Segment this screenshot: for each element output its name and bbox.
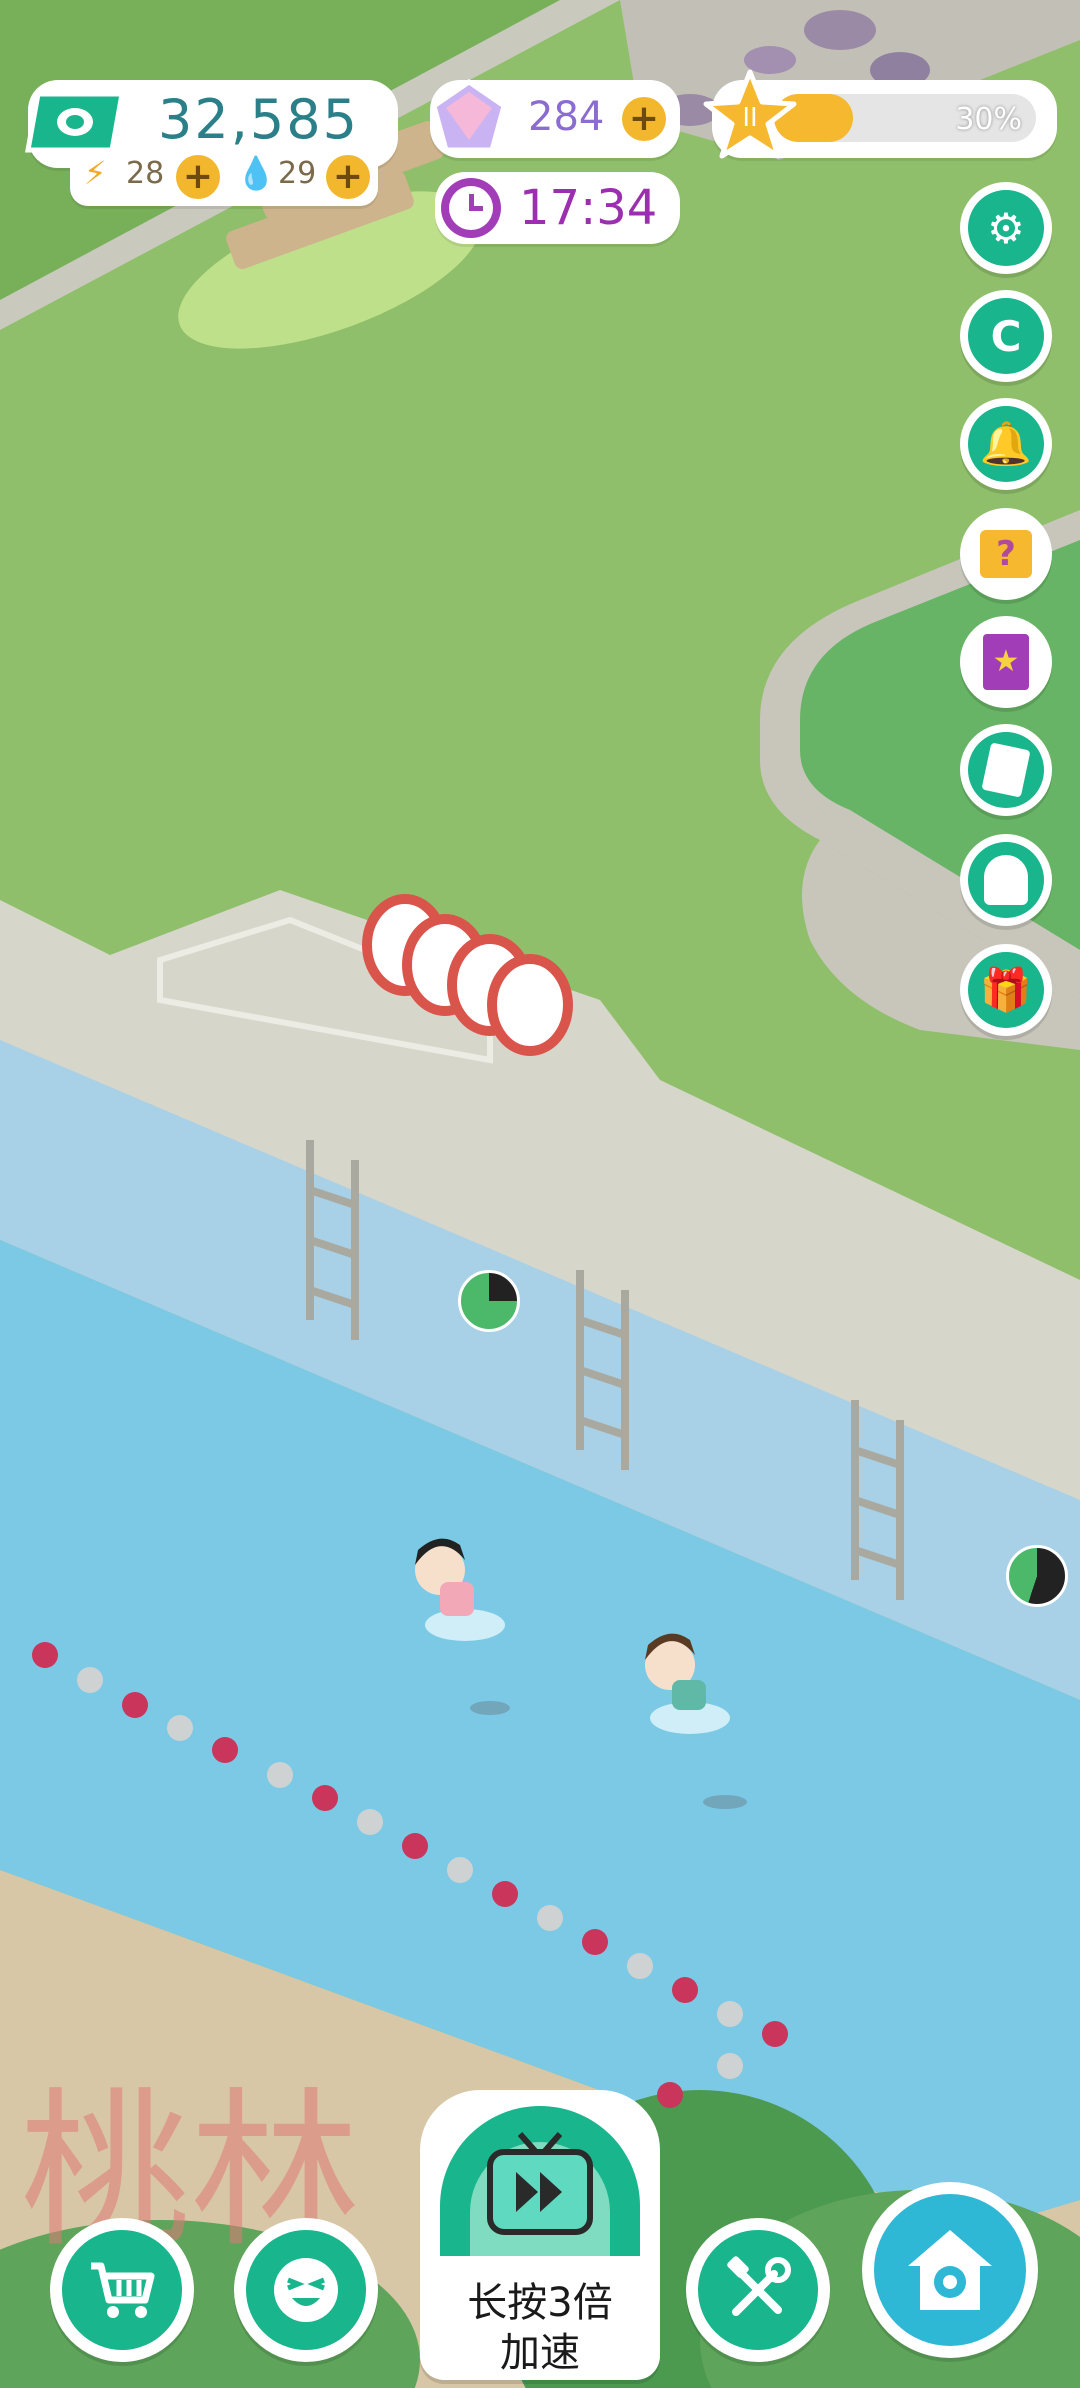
clock-icon xyxy=(441,178,501,238)
level-progress-bar: 30% xyxy=(774,94,1036,142)
timer-icon xyxy=(1006,1545,1068,1607)
home-gear-icon xyxy=(908,2230,992,2310)
svg-text:II: II xyxy=(742,103,757,133)
bell-icon: 🔔 xyxy=(979,419,1033,468)
energy-value: 28 xyxy=(126,156,165,191)
timer-icon xyxy=(458,1270,520,1332)
clock-value: 17:34 xyxy=(519,180,658,236)
level-progress[interactable]: 30% II xyxy=(703,69,1057,159)
gift-icon: 🎁 xyxy=(979,965,1033,1014)
cart-icon xyxy=(91,2262,155,2318)
gem-counter[interactable]: 284 + xyxy=(430,78,680,158)
smile-icon xyxy=(274,2258,338,2322)
ghost-icon xyxy=(984,855,1028,905)
shop-button[interactable] xyxy=(50,2218,194,2362)
water-value: 29 xyxy=(278,156,317,191)
speed-up-button[interactable]: 长按3倍 加速 xyxy=(420,2090,660,2380)
tv-fast-forward-icon xyxy=(487,2132,593,2235)
notepad-icon xyxy=(981,742,1031,798)
add-gems-button[interactable]: + xyxy=(622,97,666,141)
gift-button[interactable]: 🎁 xyxy=(960,944,1052,1036)
emoji-button[interactable] xyxy=(234,2218,378,2362)
level-percent: 30% xyxy=(955,102,1022,137)
money-value: 32,585 xyxy=(158,88,359,151)
home-button[interactable] xyxy=(862,2182,1038,2358)
gem-value: 284 xyxy=(528,94,605,140)
tools-button[interactable] xyxy=(686,2218,830,2362)
gear-icon: ⚙ xyxy=(987,203,1025,253)
lightning-icon: ⚡ xyxy=(84,154,107,192)
ghost-button[interactable] xyxy=(960,834,1052,926)
star-book-button[interactable]: ★ xyxy=(960,616,1052,708)
mystery-box-button[interactable]: ? xyxy=(960,508,1052,600)
settings-button[interactable]: ⚙ xyxy=(960,182,1052,274)
add-energy-button[interactable]: + xyxy=(176,155,220,199)
mystery-box-icon: ? xyxy=(980,530,1032,578)
resource-counter: ⚡ 28 + 💧 29 + xyxy=(70,148,378,206)
star-book-icon: ★ xyxy=(983,634,1029,690)
diamond-icon xyxy=(431,78,507,153)
add-water-button[interactable]: + xyxy=(326,155,370,199)
community-button[interactable]: C xyxy=(960,290,1052,382)
chat-c-icon: C xyxy=(990,311,1022,361)
notes-button[interactable] xyxy=(960,724,1052,816)
tools-icon xyxy=(727,2256,791,2316)
speed-up-label-line2: 加速 xyxy=(500,2330,580,2376)
game-scene: 桃林 xyxy=(0,0,1080,2388)
clock-display: 17:34 xyxy=(435,172,680,244)
star-icon: II xyxy=(703,69,797,159)
notification-button[interactable]: 🔔 xyxy=(960,398,1052,490)
water-drop-icon: 💧 xyxy=(236,154,276,192)
